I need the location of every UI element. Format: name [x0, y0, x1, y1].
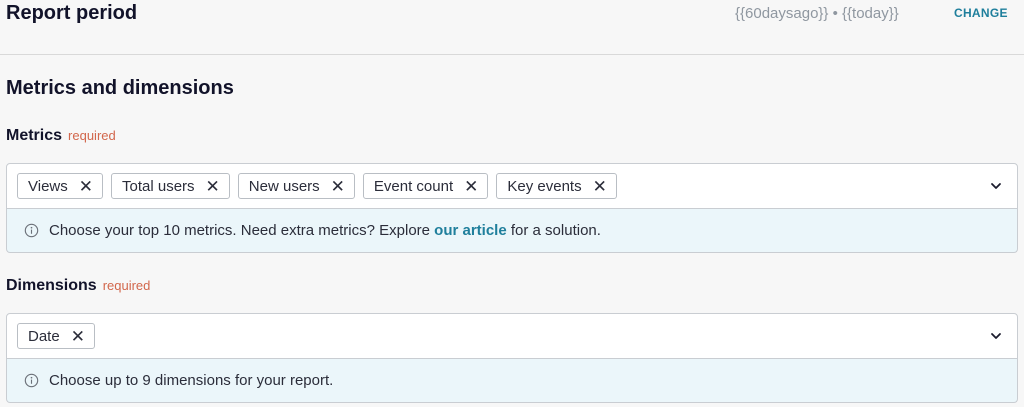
- metrics-info-before: Choose your top 10 metrics. Need extra m…: [49, 222, 435, 239]
- dimension-chip: Date ✕: [17, 323, 95, 349]
- metrics-required-label: required: [68, 128, 116, 143]
- close-icon[interactable]: ✕: [331, 178, 345, 195]
- metrics-chip-list: Views ✕ Total users ✕ New users ✕ Event …: [17, 173, 617, 199]
- metrics-label-text: Metrics: [6, 127, 63, 144]
- metric-chip-label: Total users: [122, 177, 195, 195]
- change-period-button[interactable]: CHANGE: [954, 6, 1008, 20]
- metric-chip-label: Key events: [507, 177, 582, 195]
- close-icon[interactable]: ✕: [71, 328, 85, 345]
- close-icon[interactable]: ✕: [79, 178, 93, 195]
- dimensions-label-text: Dimensions: [6, 277, 97, 294]
- our-article-link[interactable]: our article: [434, 222, 507, 239]
- metrics-dimensions-title: Metrics and dimensions: [6, 77, 234, 99]
- chevron-down-icon[interactable]: [990, 180, 1002, 192]
- report-period-row: Report period {{60daysago}} • {{today}} …: [0, 0, 1024, 55]
- metrics-label: Metrics required: [6, 127, 116, 145]
- metrics-select[interactable]: Views ✕ Total users ✕ New users ✕ Event …: [6, 163, 1018, 209]
- info-circle-icon: [24, 223, 39, 238]
- dimension-chip-label: Date: [28, 327, 60, 345]
- dimensions-label: Dimensions required: [6, 277, 150, 295]
- dimensions-chip-list: Date ✕: [17, 323, 95, 349]
- metric-chip: Total users ✕: [111, 173, 230, 199]
- dimensions-info-box: Choose up to 9 dimensions for your repor…: [6, 359, 1018, 403]
- metric-chip: Views ✕: [17, 173, 103, 199]
- info-circle-icon: [24, 373, 39, 388]
- metric-chip-label: New users: [248, 177, 320, 195]
- metrics-info-after: for a solution.: [506, 222, 601, 239]
- report-period-title: Report period: [6, 2, 138, 24]
- metric-chip-label: Event count: [373, 177, 454, 195]
- dimensions-select[interactable]: Date ✕: [6, 313, 1018, 359]
- chevron-down-icon[interactable]: [990, 330, 1002, 342]
- metric-chip: New users ✕: [237, 173, 355, 199]
- dimensions-info-text: Choose up to 9 dimensions for your repor…: [49, 372, 334, 389]
- metric-chip-label: Views: [28, 177, 68, 195]
- report-period-dates: {{60daysago}} • {{today}}: [735, 5, 899, 22]
- metric-chip: Key events ✕: [496, 173, 617, 199]
- close-icon[interactable]: ✕: [206, 178, 220, 195]
- dimensions-required-label: required: [102, 278, 151, 293]
- close-icon[interactable]: ✕: [593, 178, 607, 195]
- metrics-info-box: Choose your top 10 metrics. Need extra m…: [6, 209, 1018, 253]
- close-icon[interactable]: ✕: [464, 178, 478, 195]
- metric-chip: Event count ✕: [362, 173, 489, 199]
- metrics-info-text: Choose your top 10 metrics. Need extra m…: [49, 222, 601, 239]
